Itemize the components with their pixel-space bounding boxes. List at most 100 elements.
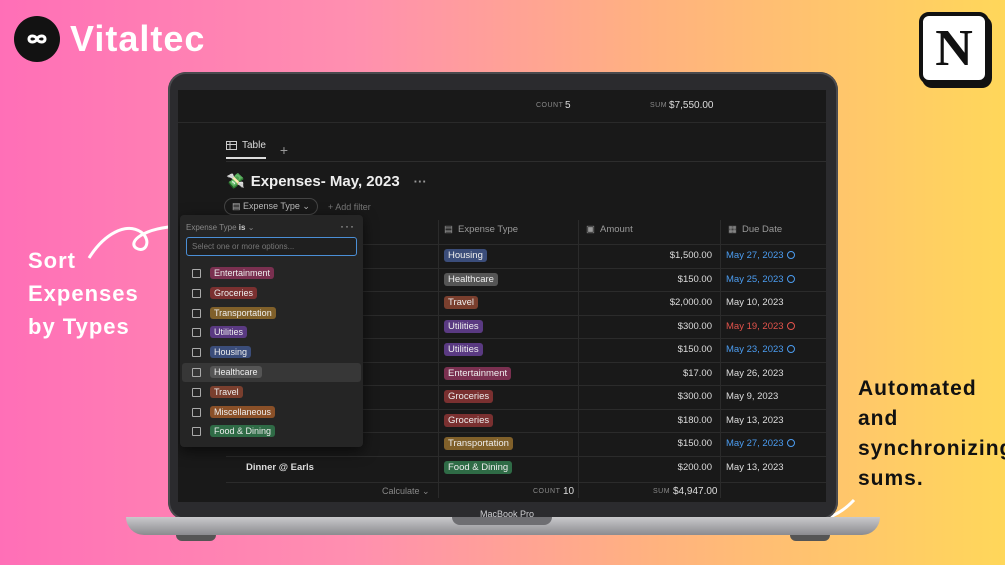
money-emoji-icon: 💸 xyxy=(226,173,245,190)
notion-screen: COUNT 5 SUM $7,550.00 Table + 💸 Expenses… xyxy=(178,90,826,502)
number-icon: ▣ xyxy=(586,224,595,235)
row-due-date[interactable]: May 27, 2023 xyxy=(726,438,795,449)
column-header-amount[interactable]: ▣ Amount xyxy=(586,224,633,235)
add-filter-button[interactable]: + Add filter xyxy=(328,202,371,212)
row-due-date[interactable]: May 27, 2023 xyxy=(726,250,795,261)
type-tag: Utilities xyxy=(444,343,483,356)
checkbox[interactable] xyxy=(192,288,201,298)
checkbox[interactable] xyxy=(192,328,201,338)
callout-line: Automated xyxy=(858,377,977,400)
row-due-date[interactable]: May 10, 2023 xyxy=(726,297,784,308)
row-due-date[interactable]: May 25, 2023 xyxy=(726,274,795,285)
table-footer: Calculate ⌄ COUNT 10 SUM $4,947.00 xyxy=(226,482,826,501)
row-amount[interactable]: $1,500.00 xyxy=(606,250,712,261)
page-title[interactable]: Expenses- May, 2023 xyxy=(251,173,400,190)
row-due-date[interactable]: May 19, 2023 xyxy=(726,321,795,332)
expense-type-filter-chip[interactable]: ▤ Expense Type ⌄ xyxy=(224,198,318,215)
checkbox[interactable] xyxy=(192,387,201,397)
database-title: 💸 Expenses- May, 2023 ··· xyxy=(226,172,427,191)
select-icon: ▤ xyxy=(444,224,453,235)
filter-more-button[interactable]: ··· xyxy=(340,219,355,233)
option-item[interactable]: Travel xyxy=(182,383,361,402)
option-tag: Food & Dining xyxy=(210,425,276,438)
row-due-date[interactable]: May 9, 2023 xyxy=(726,391,778,402)
checkbox[interactable] xyxy=(192,368,201,377)
filter-condition[interactable]: Expense Type is ⌄ xyxy=(186,223,254,232)
option-item[interactable]: Utilities xyxy=(182,323,361,342)
type-tag: Groceries xyxy=(444,390,494,403)
type-tag: Food & Dining xyxy=(444,460,513,474)
alarm-clock-icon xyxy=(786,251,795,259)
option-search-input[interactable]: Select one or more options... xyxy=(186,237,357,256)
row-name[interactable]: Dinner @ Earls xyxy=(246,462,314,473)
row-amount[interactable]: $180.00 xyxy=(606,415,712,426)
calculate-button[interactable]: Calculate ⌄ xyxy=(382,486,430,497)
row-type[interactable]: Food & Dining xyxy=(444,460,513,474)
filter-bar: ▤ Expense Type ⌄ + Add filter xyxy=(224,198,371,215)
row-amount[interactable]: $300.00 xyxy=(606,321,712,332)
infinity-logo-icon xyxy=(14,16,60,62)
checkbox[interactable] xyxy=(192,407,201,417)
chevron-down-icon: ⌄ xyxy=(302,201,310,211)
row-type[interactable]: Healthcare xyxy=(444,272,498,286)
alarm-clock-icon xyxy=(786,321,795,330)
callout-line: sums. xyxy=(858,467,924,490)
type-tag: Transportation xyxy=(444,437,513,450)
row-due-date[interactable]: May 13, 2023 xyxy=(726,462,784,473)
column-header-due[interactable]: ▦ Due Date xyxy=(728,224,782,235)
option-item[interactable]: Miscellaneous xyxy=(182,403,361,422)
option-item[interactable]: Housing xyxy=(182,343,361,362)
row-amount[interactable]: $300.00 xyxy=(606,391,712,402)
count-label: COUNT xyxy=(536,102,564,109)
laptop-base xyxy=(126,517,880,535)
laptop-foot xyxy=(790,535,830,541)
alarm-clock-icon xyxy=(786,345,795,353)
row-amount[interactable]: $150.00 xyxy=(606,344,712,355)
row-type[interactable]: Travel xyxy=(444,296,479,309)
row-type[interactable]: Entertainment xyxy=(444,366,512,380)
checkbox[interactable] xyxy=(192,427,201,437)
option-item[interactable]: Transportation xyxy=(182,304,361,323)
row-due-date[interactable]: May 26, 2023 xyxy=(726,368,784,379)
row-type[interactable]: Utilities xyxy=(444,319,483,333)
checkbox[interactable] xyxy=(192,348,201,358)
count-label: COUNT xyxy=(533,488,561,495)
more-options-button[interactable]: ··· xyxy=(414,174,427,189)
row-amount[interactable]: $150.00 xyxy=(606,274,712,285)
column-header-type[interactable]: ▤ Expense Type xyxy=(444,224,518,235)
count-value: 10 xyxy=(563,486,575,497)
option-item[interactable]: Groceries xyxy=(182,284,361,303)
row-type[interactable]: Groceries xyxy=(444,413,494,427)
row-type[interactable]: Transportation xyxy=(444,437,513,450)
add-view-button[interactable]: + xyxy=(280,142,288,158)
option-tag: Housing xyxy=(210,346,252,359)
row-amount[interactable]: $150.00 xyxy=(606,438,712,449)
option-item[interactable]: Entertainment xyxy=(182,264,361,283)
row-type[interactable]: Housing xyxy=(444,249,487,262)
row-due-date[interactable]: May 13, 2023 xyxy=(726,415,784,426)
row-amount[interactable]: $200.00 xyxy=(606,462,712,473)
callout-line: by Types xyxy=(28,314,130,339)
row-amount[interactable]: $17.00 xyxy=(606,368,712,379)
option-item[interactable]: Food & Dining xyxy=(182,422,361,441)
tab-label: Table xyxy=(242,140,266,151)
tab-table[interactable]: Table xyxy=(226,140,266,159)
row-amount[interactable]: $2,000.00 xyxy=(606,297,712,308)
row-due-date[interactable]: May 23, 2023 xyxy=(726,344,795,355)
callout-line: and xyxy=(858,407,899,430)
table-row[interactable]: Dinner @ Earls Food & Dining $200.00 May 13… xyxy=(226,455,826,480)
type-tag: Groceries xyxy=(444,413,494,427)
notion-logo-icon: N xyxy=(919,12,989,84)
row-type[interactable]: Groceries xyxy=(444,390,494,403)
row-type[interactable]: Utilities xyxy=(444,343,483,356)
checkbox[interactable] xyxy=(192,269,201,278)
table-icon xyxy=(226,141,237,150)
checkbox[interactable] xyxy=(192,308,201,318)
sum-label: SUM xyxy=(650,102,668,109)
alarm-clock-icon xyxy=(786,439,795,447)
brand: Vitaltec xyxy=(14,16,205,62)
option-item[interactable]: Healthcare xyxy=(182,363,361,382)
callout-line: synchronizing xyxy=(858,437,1005,460)
option-tag: Travel xyxy=(210,385,243,398)
option-tag: Miscellaneous xyxy=(210,405,276,418)
